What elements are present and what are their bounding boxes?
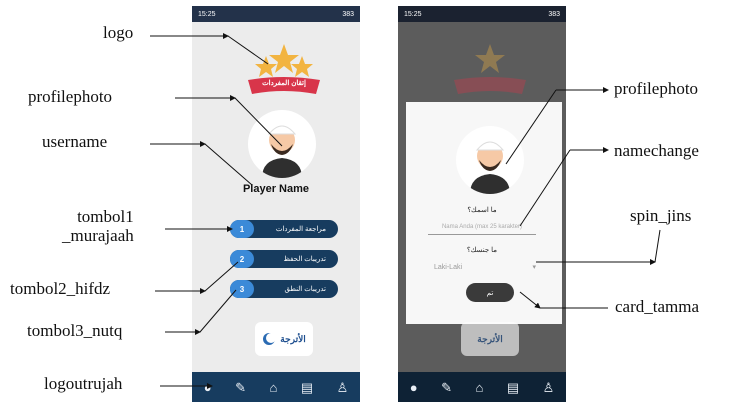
dropdown-arrow-icon: ▾: [532, 264, 536, 271]
annotation-logo: logo: [103, 23, 134, 42]
annotation-card: card_tamma: [615, 297, 700, 316]
annotation-profilephoto: profilephoto: [28, 87, 113, 106]
player-name: Player Name: [242, 183, 310, 195]
logout-logo-button[interactable]: الأترجة: [255, 322, 313, 356]
edit-icon[interactable]: ✎: [235, 381, 246, 394]
status-bar-right: 15:25 383: [398, 6, 566, 22]
bottom-nav-right: ● ✎ ⌂ ▤ ♙: [398, 372, 566, 402]
main-menu-screen: 15:25 383 إتقان المفردات Player Name 1 م…: [192, 6, 360, 402]
profile-photo[interactable]: [248, 110, 316, 178]
status-battery-right: 383: [548, 10, 560, 18]
home-icon[interactable]: ⌂: [475, 381, 483, 394]
status-bar: 15:25 383: [192, 6, 360, 22]
gender-value: Laki-Laki: [434, 263, 463, 271]
logout-logo-text: الأترجة: [280, 333, 306, 344]
menu-label-2: تدريبات الحفظ: [283, 256, 326, 263]
annotation-tombol1: tombol1 _murajaah: [62, 207, 134, 245]
menu-label-1: مراجعة المفردات: [275, 226, 326, 233]
bottom-nav: ● ✎ ⌂ ▤ ♙: [192, 372, 360, 402]
name-label: ما اسمك؟: [467, 207, 497, 214]
menu-button-hifdz[interactable]: 2 تدريبات الحفظ: [230, 250, 338, 268]
edit-profile-screen: 15:25 383 ما اسمك؟ Nama Anda (max 25 kar…: [398, 6, 566, 402]
document-icon[interactable]: ▤: [507, 381, 519, 394]
status-battery: 383: [342, 10, 354, 18]
menu-number-3: 3: [230, 280, 254, 298]
edit-icon[interactable]: ✎: [441, 381, 452, 394]
crescent-icon: [263, 333, 277, 345]
status-time: 15:25: [198, 10, 216, 18]
logo-text: إتقان المفردات: [262, 80, 306, 87]
annotation-logout: logoutrujah: [44, 374, 123, 393]
annotation-tombol2: tombol2_hifdz: [10, 279, 111, 298]
menu-number-2: 2: [230, 250, 254, 268]
document-icon[interactable]: ▤: [301, 381, 313, 394]
status-time-right: 15:25: [404, 10, 422, 18]
annotation-username: username: [42, 132, 108, 151]
annotation-spin: spin_jins: [630, 206, 692, 225]
name-input[interactable]: Nama Anda (max 25 karakter): [428, 220, 536, 235]
annotation-tombol3: tombol3_nutq: [27, 321, 123, 340]
dialog-profile-photo[interactable]: [456, 126, 524, 194]
app-logo-dimmed: [450, 38, 530, 100]
mic-icon[interactable]: ●: [410, 381, 418, 394]
logout-logo-text-right: الأترجة: [477, 333, 503, 344]
annotation-namechange: namechange: [614, 141, 699, 160]
logout-logo-dimmed: الأترجة: [461, 322, 519, 356]
menu-label-3: تدريبات النطق: [284, 286, 326, 293]
mic-icon[interactable]: ●: [204, 381, 212, 394]
app-logo: إتقان المفردات: [244, 38, 324, 100]
annotation-arrows: [150, 33, 661, 389]
user-icon[interactable]: ♙: [543, 381, 555, 394]
menu-number-1: 1: [230, 220, 254, 238]
home-icon[interactable]: ⌂: [269, 381, 277, 394]
menu-button-murajaah[interactable]: 1 مراجعة المفردات: [230, 220, 338, 238]
ok-button[interactable]: تم: [466, 283, 514, 302]
user-icon[interactable]: ♙: [337, 381, 349, 394]
gender-label: ما جنسك؟: [466, 247, 498, 254]
gender-spinner[interactable]: Laki-Laki ▾: [434, 260, 536, 274]
annotation-profilephoto-right: profilephoto: [614, 79, 699, 98]
menu-button-nutq[interactable]: 3 تدريبات النطق: [230, 280, 338, 298]
